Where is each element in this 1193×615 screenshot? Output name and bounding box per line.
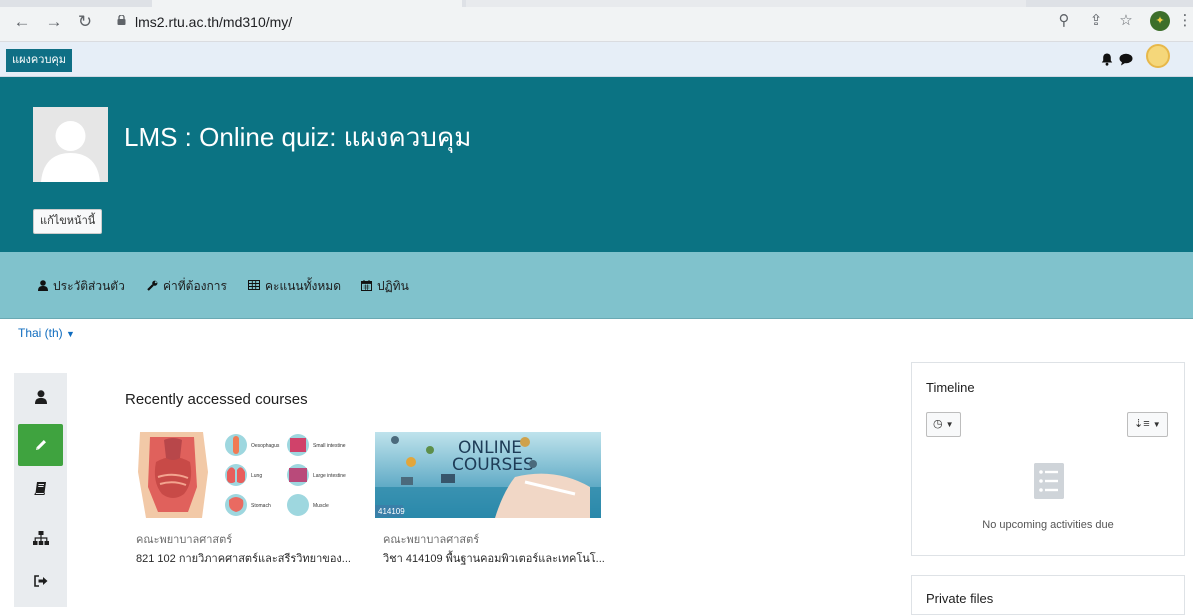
rail-user-button[interactable] xyxy=(18,376,63,418)
timeline-sort-button[interactable]: ⇣≡ ▼ xyxy=(1127,412,1168,437)
lock-icon xyxy=(117,15,126,25)
rail-sitemap-button[interactable] xyxy=(18,517,63,559)
browser-tab[interactable] xyxy=(466,0,1026,7)
calendar-icon xyxy=(361,279,372,294)
online-courses-illustration: ONLINE COURSES 414109 xyxy=(375,432,601,518)
tab-strip xyxy=(0,0,1193,7)
private-files-block: Private files xyxy=(911,575,1185,615)
course-name[interactable]: 821 102 กายวิภาคศาสตร์และสรีรวิทยาของ... xyxy=(136,549,351,567)
menu-item-label: ประวัติส่วนตัว xyxy=(53,279,125,293)
language-label: Thai (th) xyxy=(18,326,63,340)
empty-activities-icon xyxy=(1034,463,1064,499)
timeline-block: Timeline ◷ ▼ ⇣≡ ▼ No upcoming activities… xyxy=(911,362,1185,556)
chat-icon[interactable] xyxy=(1119,53,1133,69)
timeline-title: Timeline xyxy=(926,380,975,395)
profile-picture xyxy=(33,107,108,182)
anatomy-label: Oesophagus xyxy=(251,443,280,449)
sign-out-icon xyxy=(33,575,47,587)
wrench-icon xyxy=(147,280,158,294)
dashboard-link[interactable]: แผงควบคุม xyxy=(6,49,73,72)
reload-icon[interactable]: ↻ xyxy=(75,12,95,32)
timeline-filter-button[interactable]: ◷ ▼ xyxy=(926,412,961,437)
course-category: คณะพยาบาลศาสตร์ xyxy=(383,534,480,546)
timeline-empty-text: No upcoming activities due xyxy=(982,519,1114,531)
share-icon[interactable]: ⇪ xyxy=(1087,12,1105,30)
private-files-title: Private files xyxy=(926,591,994,606)
address-bar[interactable]: lms2.rtu.ac.th/md310/my/ xyxy=(103,8,1033,36)
menu-item-calendar[interactable]: ปฏิทิน xyxy=(361,277,409,296)
book-icon xyxy=(33,482,46,495)
default-user-icon xyxy=(33,107,108,182)
rail-edit-button[interactable] xyxy=(18,424,63,466)
menu-item-label: ค่าที่ต้องการ xyxy=(163,279,227,293)
menu-item-preferences[interactable]: ค่าที่ต้องการ xyxy=(147,277,227,296)
page-title: LMS : Online quiz: แผงควบคุม xyxy=(124,122,472,152)
browser-toolbar: ← → ↻ lms2.rtu.ac.th/md310/my/ ⚲ ⇪ ☆ ✦ ⋮ xyxy=(0,0,1193,42)
user-icon xyxy=(38,279,48,294)
kebab-menu-icon[interactable]: ⋮ xyxy=(1176,12,1193,30)
course-name[interactable]: วิชา 414109 พื้นฐานคอมพิวเตอร์และเทคโนโ.… xyxy=(383,549,605,567)
anatomy-label: Muscle xyxy=(313,503,329,509)
course-badge: 414109 xyxy=(378,507,405,516)
bell-icon[interactable] xyxy=(1101,53,1113,69)
extension-avatar-icon[interactable]: ✦ xyxy=(1150,11,1170,31)
anatomy-illustration: Oesophagus Small intestine Lung Large in… xyxy=(128,432,354,518)
sitemap-icon xyxy=(32,531,49,545)
language-selector[interactable]: Thai (th) ▼ xyxy=(18,326,75,340)
zoom-icon[interactable]: ⚲ xyxy=(1055,12,1073,30)
rail-logout-button[interactable] xyxy=(18,560,63,602)
course-image-anatomy[interactable]: Oesophagus Small intestine Lung Large in… xyxy=(128,432,354,518)
user-icon xyxy=(34,390,47,404)
table-icon xyxy=(248,280,260,293)
user-avatar[interactable] xyxy=(1146,44,1170,68)
clock-icon: ◷ xyxy=(933,418,943,430)
anatomy-label: Lung xyxy=(251,473,262,479)
anatomy-label: Small intestine xyxy=(313,443,346,449)
anatomy-label: Large intestine xyxy=(313,473,346,479)
caret-down-icon: ▼ xyxy=(1152,420,1161,429)
recent-courses-title: Recently accessed courses xyxy=(125,391,308,408)
edit-page-button[interactable]: แก้ไขหน้านี้ xyxy=(33,209,103,234)
browser-tab-active[interactable] xyxy=(152,0,462,7)
back-arrow-icon[interactable]: ← xyxy=(12,12,32,32)
menu-item-profile[interactable]: ประวัติส่วนตัว xyxy=(38,277,125,296)
menu-item-label: ปฏิทิน xyxy=(377,279,409,293)
rail-courses-button[interactable] xyxy=(18,467,63,509)
sort-icon: ⇣≡ xyxy=(1134,418,1150,430)
caret-down-icon: ▼ xyxy=(945,420,954,429)
anatomy-label: Stomach xyxy=(251,503,271,509)
forward-arrow-icon[interactable]: → xyxy=(44,12,64,32)
top-navbar: แผงควบคุม xyxy=(0,42,1193,77)
url-text[interactable]: lms2.rtu.ac.th/md310/my/ xyxy=(135,14,292,30)
caret-down-icon: ▼ xyxy=(66,329,75,339)
course-category: คณะพยาบาลศาสตร์ xyxy=(136,534,233,546)
menu-item-label: คะแนนทั้งหมด xyxy=(265,279,341,293)
star-icon[interactable]: ☆ xyxy=(1117,12,1135,30)
image-text: COURSES xyxy=(452,455,534,475)
pencil-icon xyxy=(35,440,46,450)
menu-item-grades[interactable]: คะแนนทั้งหมด xyxy=(248,277,341,296)
course-image-online[interactable]: ONLINE COURSES 414109 xyxy=(375,432,601,518)
page-header xyxy=(0,77,1193,252)
